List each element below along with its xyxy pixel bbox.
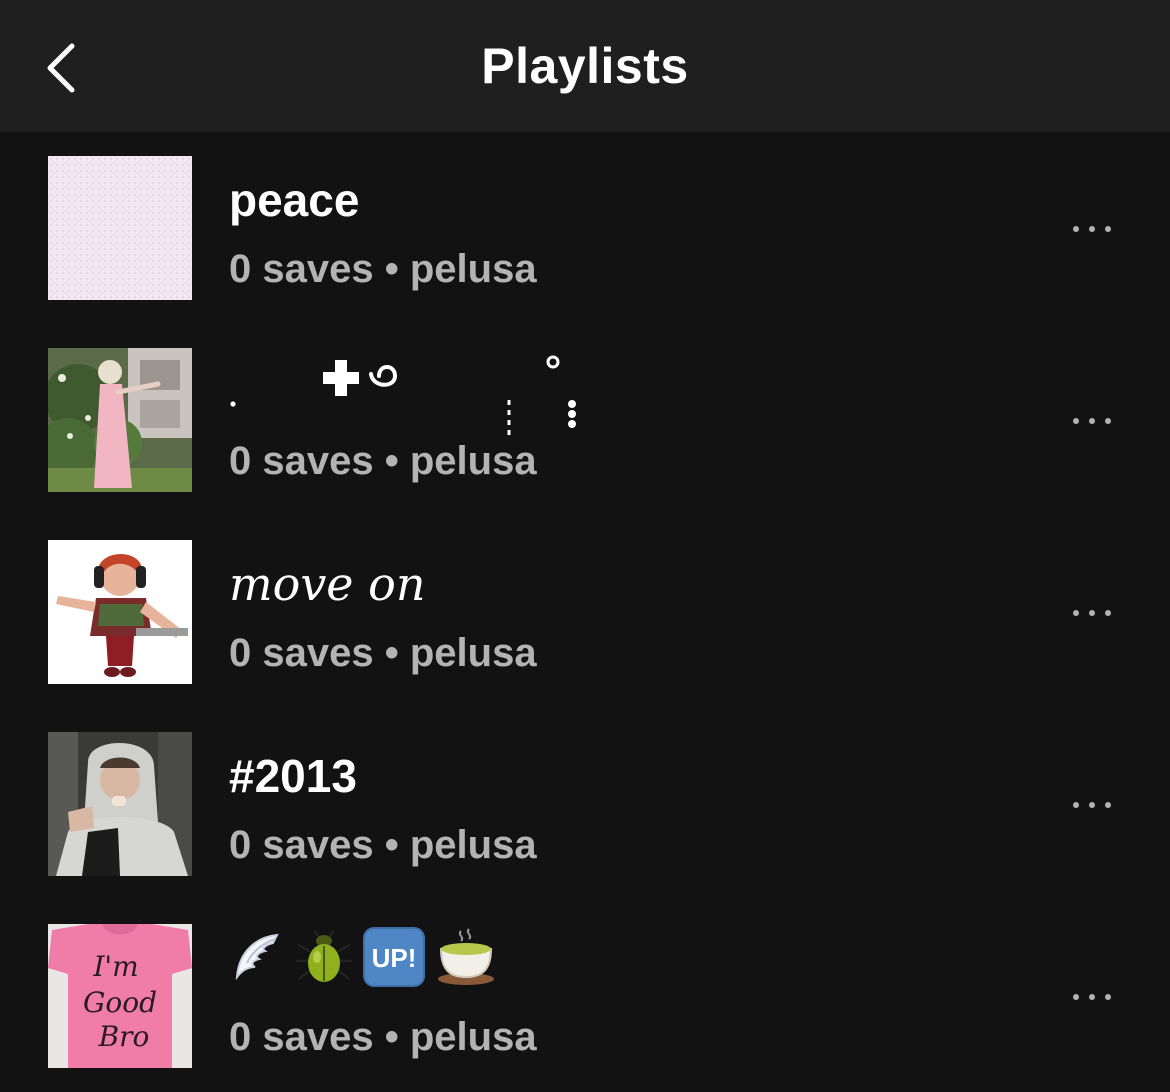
more-icon bbox=[1068, 987, 1116, 1005]
separator: • bbox=[384, 439, 399, 483]
separator: • bbox=[384, 823, 399, 867]
saves-count: 0 saves bbox=[229, 439, 374, 483]
more-options-button[interactable] bbox=[1060, 786, 1124, 822]
more-options-button[interactable] bbox=[1060, 210, 1124, 246]
more-icon bbox=[1068, 603, 1116, 621]
page-title: Playlists bbox=[481, 38, 689, 94]
more-options-button[interactable] bbox=[1060, 978, 1124, 1014]
beetle-icon bbox=[295, 929, 353, 997]
tea-icon bbox=[435, 927, 497, 999]
playlist-row[interactable]: move on 0 saves • pelusa bbox=[0, 516, 1170, 708]
more-options-button[interactable] bbox=[1060, 402, 1124, 438]
playlist-row[interactable]: 0 saves • pelusa bbox=[0, 324, 1170, 516]
more-icon bbox=[1068, 795, 1116, 813]
more-icon bbox=[1068, 219, 1116, 237]
playlist-meta: 0 saves • pelusa bbox=[229, 436, 537, 486]
saves-count: 0 saves bbox=[229, 631, 374, 675]
playlist-cover bbox=[48, 540, 192, 684]
playlist-row[interactable]: peace 0 saves • pelusa bbox=[0, 132, 1170, 324]
top-bar: Playlists bbox=[0, 0, 1170, 132]
up-icon: UP! bbox=[363, 927, 425, 999]
separator: • bbox=[384, 631, 399, 675]
separator: • bbox=[384, 1015, 399, 1059]
playlist-cover bbox=[48, 732, 192, 876]
saves-count: 0 saves bbox=[229, 247, 374, 291]
playlist-meta: 0 saves • pelusa bbox=[229, 244, 537, 294]
playlist-title: peace bbox=[229, 174, 360, 226]
playlist-meta: 0 saves • pelusa bbox=[229, 820, 537, 870]
owner-name: pelusa bbox=[409, 631, 537, 675]
more-icon bbox=[1068, 411, 1116, 429]
playlist-cover bbox=[48, 348, 192, 492]
more-options-button[interactable] bbox=[1060, 594, 1124, 630]
saves-count: 0 saves bbox=[229, 823, 374, 867]
playlist-title: #2013 bbox=[229, 750, 357, 802]
playlist-meta: 0 saves • pelusa bbox=[229, 628, 537, 678]
svg-text:Good: Good bbox=[83, 986, 157, 1019]
owner-name: pelusa bbox=[409, 247, 537, 291]
playlist-title: move on bbox=[229, 557, 426, 611]
playlist-cover bbox=[48, 156, 192, 300]
owner-name: pelusa bbox=[409, 1015, 537, 1059]
playlist-row[interactable]: I'm Good Bro UP! 0 saves • pelusa bbox=[0, 900, 1170, 1092]
saves-count: 0 saves bbox=[229, 1015, 374, 1059]
owner-name: pelusa bbox=[409, 823, 537, 867]
separator: • bbox=[384, 247, 399, 291]
svg-text:UP!: UP! bbox=[372, 943, 417, 973]
svg-text:Bro: Bro bbox=[98, 1020, 150, 1053]
svg-text:I'm: I'm bbox=[92, 950, 138, 983]
wing-icon bbox=[229, 929, 285, 997]
owner-name: pelusa bbox=[409, 439, 537, 483]
playlist-meta: 0 saves • pelusa bbox=[229, 1012, 537, 1062]
playlist-cover: I'm Good Bro bbox=[48, 924, 192, 1068]
playlist-title: UP! bbox=[229, 927, 497, 997]
playlist-row[interactable]: #2013 0 saves • pelusa bbox=[0, 708, 1170, 900]
